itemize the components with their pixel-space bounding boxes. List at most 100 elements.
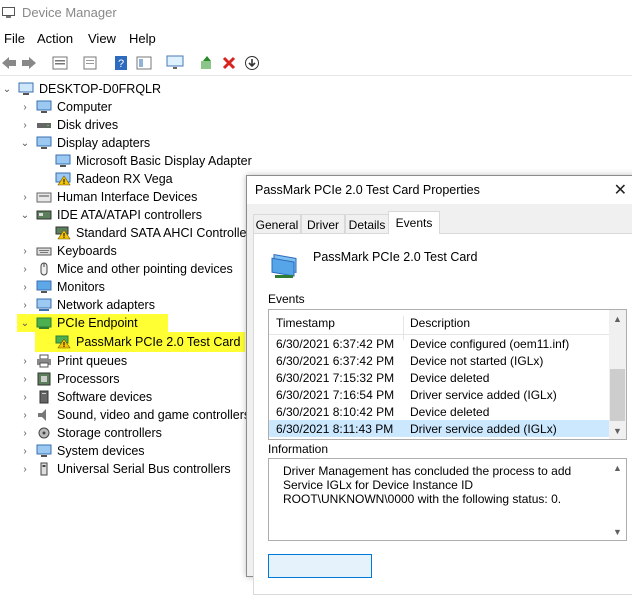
title-bar: Device Manager <box>0 0 632 27</box>
chevron-right-icon[interactable]: › <box>20 352 30 370</box>
tree-item-label: Sound, video and game controllers <box>57 408 251 422</box>
chevron-right-icon[interactable]: › <box>20 188 30 206</box>
tree-item-display-adapters[interactable]: ⌄ Display adapters <box>0 134 150 152</box>
information-text: Driver Management has concluded the proc… <box>283 464 572 506</box>
forward-icon[interactable] <box>20 54 38 72</box>
tree-item-software-devices[interactable]: › Software devices <box>0 388 152 406</box>
chevron-right-icon[interactable]: › <box>20 388 30 406</box>
warning-pcie-icon <box>55 335 71 349</box>
event-description: Device configured (oem11.inf) <box>410 337 570 351</box>
tree-item-pcie-endpoint[interactable]: ⌄ PCIe Endpoint <box>17 314 168 332</box>
event-row-selected[interactable]: 6/30/2021 8:11:43 PM Driver service adde… <box>269 420 609 437</box>
scroll-up-icon[interactable]: ▲ <box>609 459 626 476</box>
tree-item-label: System devices <box>57 444 145 458</box>
tree-item-microsoft-basic-display-adapter[interactable]: Microsoft Basic Display Adapter <box>0 152 252 170</box>
menu-file[interactable]: File <box>4 31 25 46</box>
information-textbox[interactable]: Driver Management has concluded the proc… <box>268 458 627 541</box>
tree-item-label: Display adapters <box>57 136 151 150</box>
tab-details[interactable]: Details <box>345 214 389 234</box>
download-icon[interactable] <box>243 54 261 72</box>
controller-icon <box>36 208 52 222</box>
refresh-icon[interactable] <box>81 54 99 72</box>
event-row[interactable]: 6/30/2021 7:16:54 PM Driver service adde… <box>269 386 609 403</box>
tree-item-label: Mice and other pointing devices <box>57 262 233 276</box>
dialog-title-bar: PassMark PCIe 2.0 Test Card Properties ✕ <box>247 176 632 204</box>
tree-item-computer[interactable]: › Computer <box>0 98 112 116</box>
update-driver-icon[interactable] <box>198 54 216 72</box>
properties-icon[interactable] <box>51 54 69 72</box>
tab-events[interactable]: Events <box>388 211 440 234</box>
help-icon[interactable]: ? <box>112 54 130 72</box>
chevron-right-icon[interactable]: › <box>20 98 30 116</box>
chevron-right-icon[interactable]: › <box>20 424 30 442</box>
chevron-right-icon[interactable]: › <box>20 460 30 478</box>
tree-item-print-queues[interactable]: › Print queues <box>0 352 127 370</box>
tab-general[interactable]: General <box>253 214 301 234</box>
column-header-description[interactable]: Description <box>410 316 470 330</box>
menu-help[interactable]: Help <box>129 31 156 46</box>
menu-action[interactable]: Action <box>37 31 73 46</box>
tab-driver[interactable]: Driver <box>301 214 345 234</box>
event-description: Device not started (IGLx) <box>410 354 544 368</box>
menu-view[interactable]: View <box>88 31 116 46</box>
event-row[interactable]: 6/30/2021 7:15:32 PM Device deleted <box>269 369 609 386</box>
scroll-up-icon[interactable]: ▲ <box>609 310 626 327</box>
tree-item-monitors[interactable]: › Monitors <box>0 278 105 296</box>
chevron-right-icon[interactable]: › <box>20 442 30 460</box>
uninstall-icon[interactable] <box>220 54 238 72</box>
back-icon[interactable] <box>0 54 18 72</box>
tree-item-radeon-rx-vega[interactable]: Radeon RX Vega <box>0 170 173 188</box>
processor-icon <box>36 372 52 386</box>
event-row[interactable]: 6/30/2021 6:37:42 PM Device not started … <box>269 352 609 369</box>
monitor-icon[interactable] <box>166 54 184 72</box>
tree-item-processors[interactable]: › Processors <box>0 370 119 388</box>
chevron-right-icon[interactable]: › <box>20 296 30 314</box>
scroll-down-icon[interactable]: ▼ <box>609 523 626 540</box>
tree-root[interactable]: ⌄ DESKTOP-D0FRQLR <box>0 80 161 98</box>
event-row[interactable]: 6/30/2021 6:37:42 PM Device configured (… <box>269 335 609 352</box>
chevron-right-icon[interactable]: › <box>20 116 30 134</box>
events-list[interactable]: Timestamp Description 6/30/2021 6:37:42 … <box>268 309 627 440</box>
tree-item-label: Radeon RX Vega <box>76 172 173 186</box>
chevron-right-icon[interactable]: › <box>20 242 30 260</box>
scroll-thumb[interactable] <box>610 369 625 421</box>
computer-icon <box>18 82 34 96</box>
tree-item-storage-controllers[interactable]: › Storage controllers <box>0 424 162 442</box>
chevron-down-icon[interactable]: ⌄ <box>20 134 30 152</box>
scroll-down-icon[interactable]: ▼ <box>609 422 626 439</box>
chevron-right-icon[interactable]: › <box>20 406 30 424</box>
events-label: Events <box>268 292 305 306</box>
events-tab-panel: PassMark PCIe 2.0 Test Card Events Times… <box>253 233 632 595</box>
events-scrollbar[interactable]: ▲ ▼ <box>609 310 626 439</box>
event-row[interactable]: 6/30/2021 8:10:42 PM Device deleted <box>269 403 609 420</box>
event-description: Driver service added (IGLx) <box>410 422 557 436</box>
chevron-down-icon[interactable]: ⌄ <box>2 80 12 98</box>
view-icon[interactable] <box>135 54 153 72</box>
tree-item-mice[interactable]: › Mice and other pointing devices <box>0 260 233 278</box>
event-description: Device deleted <box>410 405 490 419</box>
tree-item-passmark-pcie-test-card[interactable]: PassMark PCIe 2.0 Test Card <box>35 332 246 352</box>
tree-item-sound-video-game[interactable]: › Sound, video and game controllers <box>0 406 250 424</box>
chevron-right-icon[interactable]: › <box>20 370 30 388</box>
tree-item-human-interface-devices[interactable]: › Human Interface Devices <box>0 188 197 206</box>
column-header-timestamp[interactable]: Timestamp <box>276 316 335 330</box>
chevron-right-icon[interactable]: › <box>20 278 30 296</box>
tree-item-network-adapters[interactable]: › Network adapters <box>0 296 155 314</box>
tree-item-disk-drives[interactable]: › Disk drives <box>0 116 118 134</box>
tree-item-system-devices[interactable]: › System devices <box>0 442 145 460</box>
tree-item-keyboards[interactable]: › Keyboards <box>0 242 116 260</box>
event-timestamp: 6/30/2021 7:16:54 PM <box>276 388 395 402</box>
tree-item-label: Human Interface Devices <box>57 190 198 204</box>
events-header: Timestamp Description <box>269 310 609 340</box>
tree-item-usb-controllers[interactable]: › Universal Serial Bus controllers <box>0 460 230 478</box>
usb-icon <box>36 462 52 476</box>
information-scrollbar[interactable]: ▲ ▼ <box>609 459 626 540</box>
network-adapter-icon <box>36 298 52 312</box>
close-icon[interactable]: ✕ <box>614 180 627 200</box>
chevron-down-icon[interactable]: ⌄ <box>20 206 30 224</box>
tree-item-ide-ata-atapi-controllers[interactable]: ⌄ IDE ATA/ATAPI controllers <box>0 206 202 224</box>
tree-item-standard-sata-ahci-controller[interactable]: Standard SATA AHCI Controller <box>0 224 251 242</box>
chevron-right-icon[interactable]: › <box>20 260 30 278</box>
tree-item-label: PassMark PCIe 2.0 Test Card <box>76 335 241 349</box>
chevron-down-icon[interactable]: ⌄ <box>20 314 30 332</box>
